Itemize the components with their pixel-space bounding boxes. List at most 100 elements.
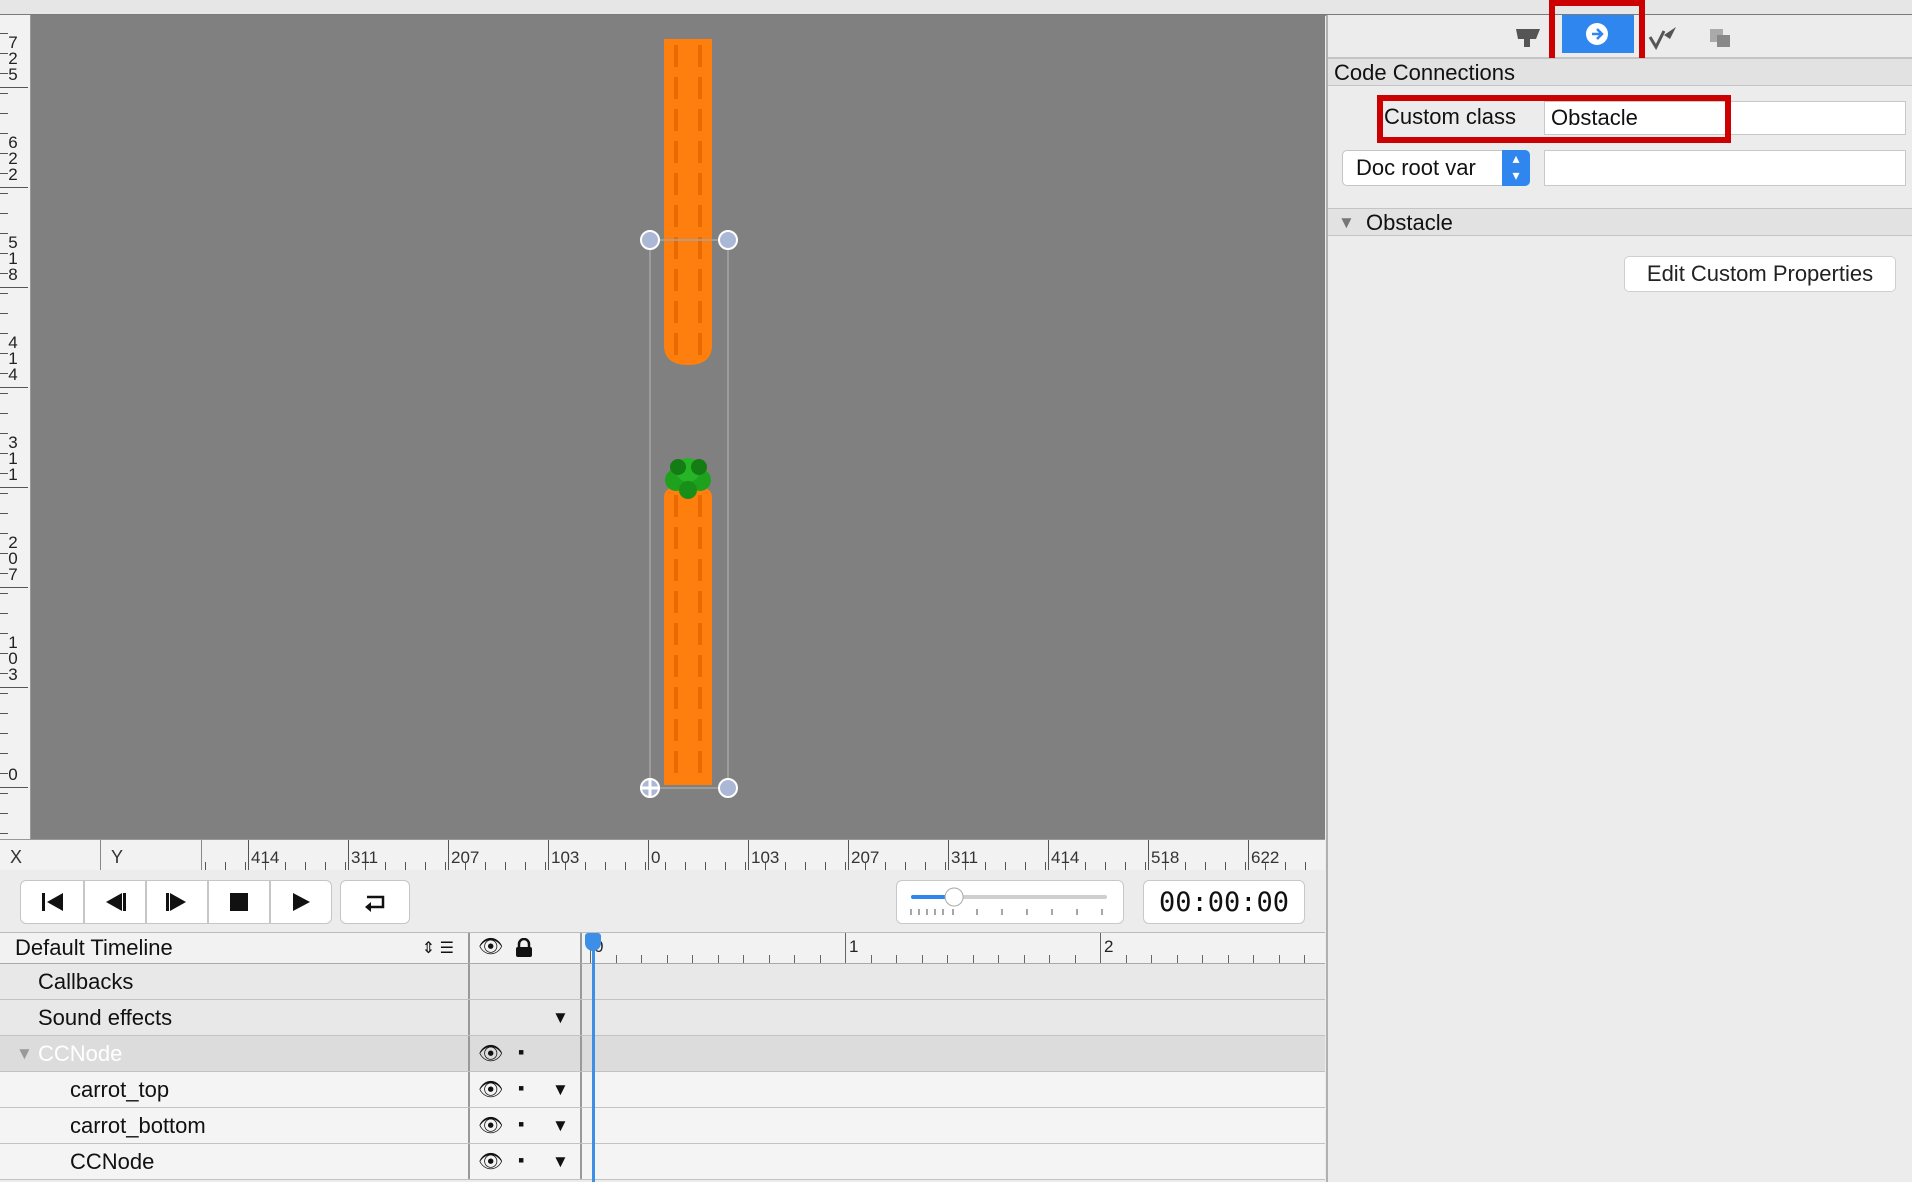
slider-knob[interactable] (944, 887, 964, 907)
step-back-button[interactable] (84, 880, 146, 924)
timeline-header: Default Timeline ⇕ ☰ 👁 012 (0, 933, 1331, 964)
timeline-row[interactable]: carrot_top 👁 ▪ ▼ (0, 1072, 1325, 1108)
carrot-bottom-sprite[interactable] (664, 485, 712, 785)
custom-class-label: Custom class (1384, 104, 1517, 129)
skip-to-start-icon (42, 893, 63, 911)
doc-root-var-field[interactable] (1544, 150, 1906, 186)
visibility-header-eye-icon: 👁 (478, 936, 504, 958)
visibility-eye-icon[interactable]: 👁 (478, 1077, 503, 1102)
play-icon (293, 893, 310, 911)
timeline-time-ruler[interactable]: 012 (582, 933, 1331, 963)
time-ruler-label: 1 (849, 937, 859, 956)
visibility-eye-icon[interactable]: 👁 (478, 1149, 503, 1174)
timeline-row-label: Callbacks (38, 968, 134, 994)
anchor-point-handle[interactable] (640, 778, 660, 798)
lock-toggle-icon[interactable]: ▪ (518, 1078, 524, 1099)
horizontal-ruler-label: 622 (1251, 848, 1280, 867)
loop-icon (365, 895, 385, 912)
horizontal-ruler-label: 414 (1051, 848, 1080, 867)
timeline-row-label: CCNode (70, 1148, 155, 1174)
timeline-row[interactable]: carrot_bottom 👁 ▪ ▼ (0, 1108, 1325, 1144)
row-menu-chevron-icon[interactable]: ▼ (552, 1008, 569, 1028)
inspector-tabs (1328, 0, 1912, 71)
step-forward-icon (166, 893, 186, 911)
edit-custom-properties-button[interactable]: Edit Custom Properties (1624, 256, 1896, 292)
timeline-panel: Default Timeline ⇕ ☰ 👁 012 CallbacksSoun… (0, 933, 1331, 1182)
scene-canvas[interactable]: 7256225184143112071030 (0, 15, 1325, 839)
row-menu-chevron-icon[interactable]: ▼ (552, 1080, 569, 1100)
templates-icon[interactable] (1708, 27, 1734, 49)
play-button[interactable] (270, 880, 332, 924)
horizontal-ruler-label: 311 (951, 848, 979, 867)
timeline-track[interactable] (582, 1108, 1325, 1143)
step-forward-button[interactable] (146, 880, 208, 924)
code-connections-tab[interactable] (1562, 15, 1634, 53)
horizontal-ruler-label: 207 (451, 848, 480, 867)
doc-root-var-label: Doc root var (1356, 155, 1476, 180)
timeline-playhead[interactable] (592, 933, 595, 1182)
resize-handle-bottom-right[interactable] (718, 778, 738, 798)
horizontal-ruler-label: 103 (751, 848, 780, 867)
row-menu-chevron-icon[interactable]: ▼ (552, 1152, 569, 1172)
timeline-name: Default Timeline (15, 935, 173, 960)
timeline-track[interactable] (582, 964, 1325, 999)
timeline-row-label: CCNode (38, 1040, 123, 1066)
timeline-track[interactable] (582, 1036, 1325, 1071)
horizontal-ruler-label: 103 (551, 848, 580, 867)
horizontal-ruler-label: 311 (351, 848, 379, 867)
physics-icon[interactable] (1646, 25, 1680, 51)
horizontal-ruler-label: 207 (851, 848, 880, 867)
timeline-selector[interactable]: Default Timeline ⇕ ☰ (0, 933, 470, 963)
inspector-panel: Code Connections Custom class Obstacle D… (1326, 0, 1912, 1182)
resize-handle-top-right[interactable] (718, 230, 738, 250)
time-ruler-label: 2 (1104, 937, 1114, 956)
timeline-row[interactable]: CCNode 👁 ▪ ▼ (0, 1144, 1325, 1180)
step-back-icon (106, 893, 126, 911)
playback-bar: 00:00:00 (0, 870, 1325, 933)
visibility-eye-icon[interactable]: 👁 (478, 1041, 503, 1066)
scene-sprites (640, 39, 738, 798)
timeline-track[interactable] (582, 1144, 1325, 1179)
visibility-eye-icon[interactable]: 👁 (478, 1113, 503, 1138)
code-connections-title: Code Connections (1328, 58, 1912, 86)
lock-toggle-icon[interactable]: ▪ (518, 1150, 524, 1171)
timeline-track[interactable] (582, 1072, 1325, 1107)
timeline-row[interactable]: Sound effects ▼ (0, 1000, 1325, 1036)
x-coordinate-label: X (0, 840, 101, 870)
chevron-updown-icon: ▴ ▾ (1502, 150, 1530, 186)
obstacle-section-header[interactable]: ▼ Obstacle (1328, 208, 1912, 236)
timeline-scale-slider[interactable] (896, 880, 1124, 924)
lock-toggle-icon[interactable]: ▪ (518, 1114, 524, 1135)
horizontal-ruler: X Y 414 311 207 103 0 103 207 311 414 518 622 (0, 839, 1325, 871)
timeline-row[interactable]: Callbacks (0, 964, 1325, 1000)
row-menu-chevron-icon[interactable]: ▼ (552, 1116, 569, 1136)
horizontal-ruler-label: 414 (251, 848, 280, 867)
loop-button[interactable] (340, 880, 410, 924)
horizontal-ruler-label: 0 (651, 848, 661, 867)
lock-icon (516, 938, 532, 957)
obstacle-section-title: Obstacle (1366, 210, 1453, 235)
window-top-bar (0, 0, 1912, 16)
disclosure-triangle-icon[interactable]: ▼ (16, 1044, 33, 1064)
playhead-handle[interactable] (585, 933, 601, 951)
timeline-row-label: carrot_bottom (70, 1112, 206, 1138)
doc-root-var-select[interactable]: Doc root var ▴ ▾ (1342, 150, 1530, 186)
stop-button[interactable] (208, 880, 270, 924)
horizontal-ruler-label: 518 (1151, 848, 1180, 867)
timeline-row-label: carrot_top (70, 1076, 170, 1102)
time-display: 00:00:00 (1143, 880, 1305, 924)
lock-toggle-icon[interactable]: ▪ (518, 1042, 524, 1063)
y-coordinate-label: Y (101, 840, 202, 870)
code-connections-icon (1586, 23, 1608, 45)
skip-to-start-button[interactable] (20, 880, 84, 924)
timeline-row[interactable]: ▼ CCNode 👁 ▪ (0, 1036, 1325, 1072)
carrot-top-sprite[interactable] (664, 39, 712, 365)
custom-class-field[interactable]: Obstacle (1544, 101, 1906, 135)
timeline-menu-icon[interactable]: ⇕ ☰ (422, 938, 454, 958)
timeline-track[interactable] (582, 1000, 1325, 1035)
stop-icon (230, 893, 248, 911)
resize-handle-top-left[interactable] (640, 230, 660, 250)
timeline-row-label: Sound effects (38, 1004, 173, 1030)
disclosure-triangle-icon[interactable]: ▼ (1338, 209, 1355, 237)
node-properties-icon[interactable] (1514, 25, 1544, 49)
